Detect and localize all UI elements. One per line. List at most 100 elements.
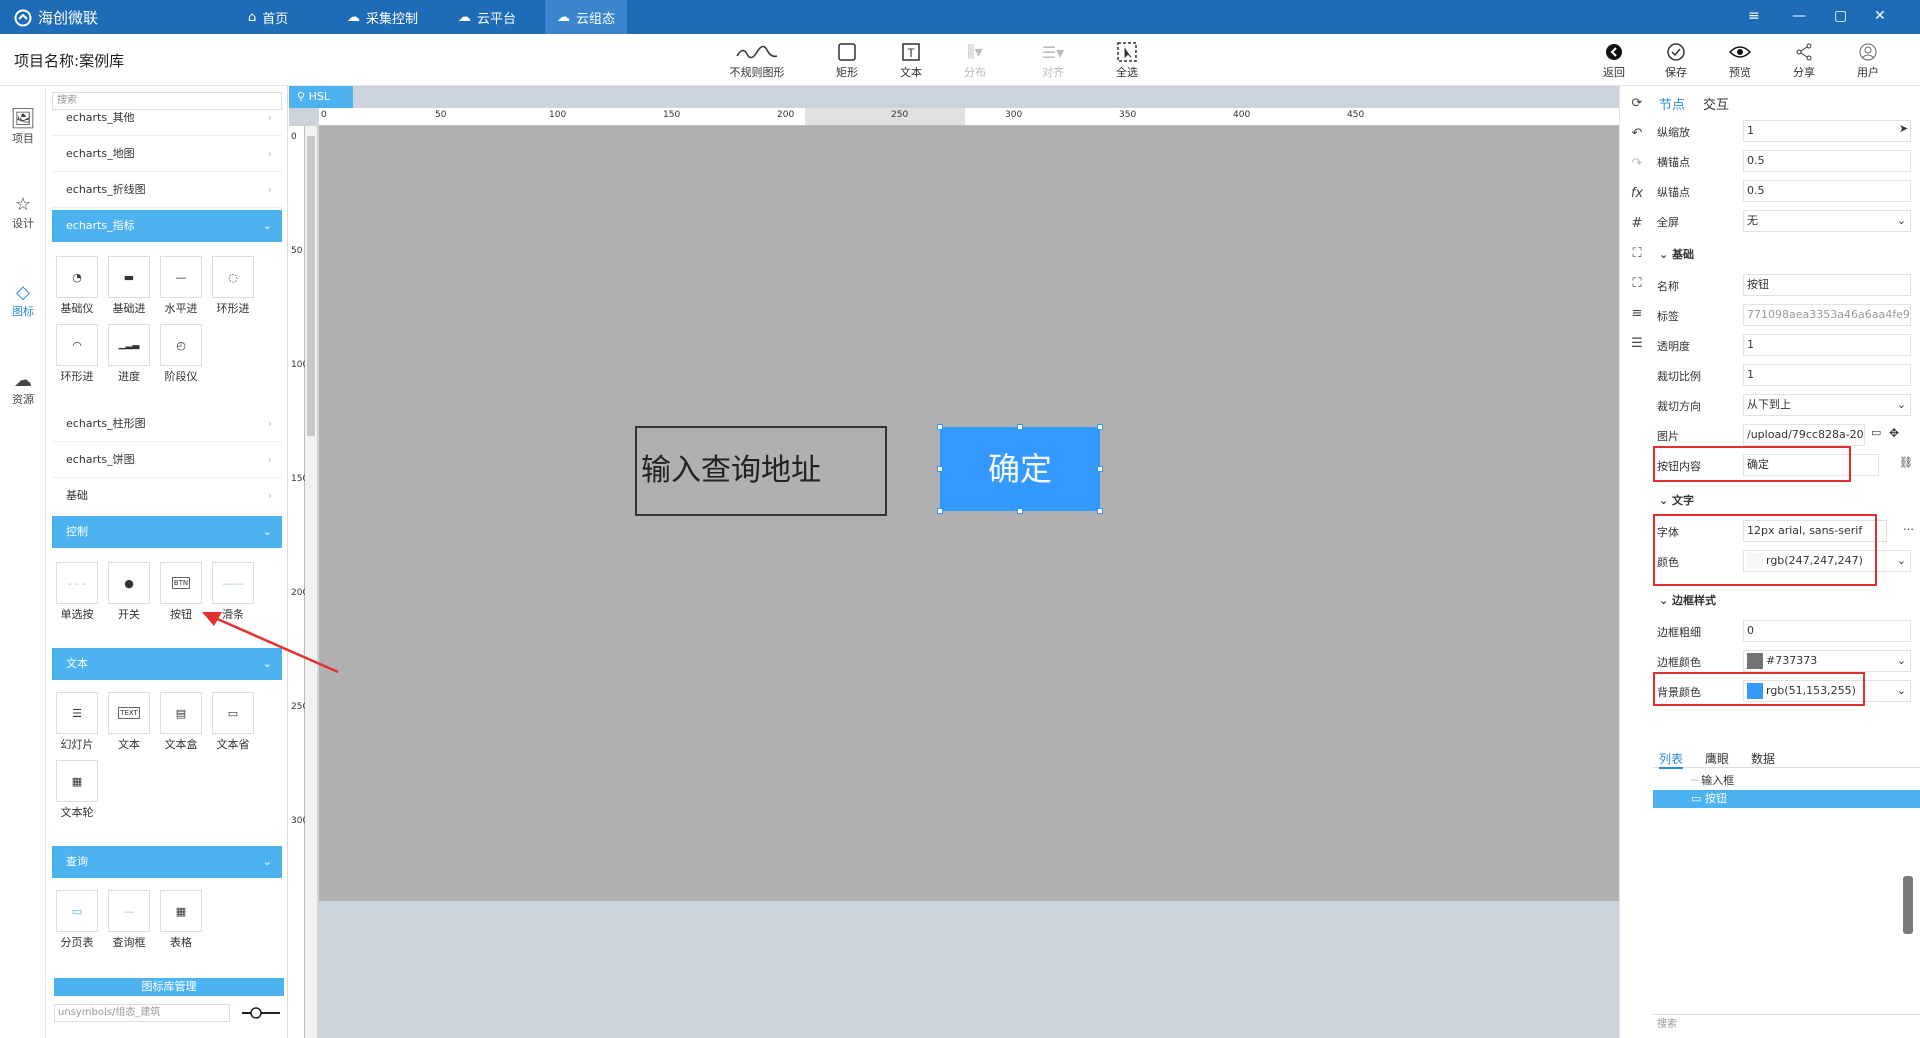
item-radio[interactable]: - - - 单选按: [54, 562, 100, 622]
minimize-icon[interactable]: —: [1792, 8, 1806, 24]
grid-icon[interactable]: #: [1628, 216, 1646, 234]
irregular-shape-tool[interactable]: 不规则图形: [722, 40, 792, 80]
send-icon[interactable]: ➤: [1899, 122, 1908, 135]
link-icon[interactable]: ⛓: [1899, 456, 1913, 469]
app-logo[interactable]: 海创微联: [14, 7, 98, 28]
resize-handle[interactable]: [1017, 424, 1023, 430]
library-manage-button[interactable]: 图标库管理: [54, 978, 284, 996]
library-head-control[interactable]: 控制 ⌄: [52, 516, 282, 548]
item-textbox[interactable]: ▤ 文本盒: [158, 692, 204, 752]
library-row-echarts-pie[interactable]: echarts_饼图 ›: [52, 442, 282, 478]
tag-input[interactable]: 771098aea3353a46a6aa4fe98: [1743, 304, 1911, 326]
side-scroll-handle[interactable]: [1903, 876, 1913, 934]
leftnav-project[interactable]: 🖼 项目: [0, 106, 46, 146]
library-row-echarts-other[interactable]: echarts_其他 ›: [52, 100, 282, 136]
name-input[interactable]: 按钮: [1743, 274, 1911, 296]
save-button[interactable]: 保存: [1656, 40, 1696, 80]
tab-eagle-eye[interactable]: 鹰眼: [1705, 750, 1729, 767]
back-button[interactable]: 返回: [1594, 40, 1634, 80]
leftnav-chart[interactable]: ◇ 图标: [0, 282, 46, 319]
item-paged-table[interactable]: ▭ 分页表: [54, 890, 100, 950]
resize-handle[interactable]: [937, 508, 943, 514]
distribute-tool[interactable]: ⫼▾ 分布: [940, 40, 1010, 80]
nav-collect[interactable]: ☁ 采集控制: [335, 0, 430, 34]
tab-list[interactable]: 列表: [1659, 750, 1684, 769]
nav-home[interactable]: ⌂ 首页: [236, 0, 300, 34]
more-icon[interactable]: …: [1903, 520, 1914, 533]
select-all-tool[interactable]: 全选: [1092, 40, 1162, 80]
tree-item-input[interactable]: ┈ 输入框: [1653, 772, 1920, 790]
resize-handle[interactable]: [937, 466, 943, 472]
maximize-icon[interactable]: ▢: [1834, 8, 1847, 24]
item-progress[interactable]: ▁▂▃ 进度: [106, 324, 152, 384]
section-text[interactable]: ⌄ 文字: [1659, 492, 1694, 508]
close-icon[interactable]: ✕: [1874, 8, 1886, 24]
resize-handle[interactable]: [1097, 508, 1103, 514]
preview-button[interactable]: 预览: [1720, 40, 1760, 80]
fullscreen-select[interactable]: 无 ⌄: [1743, 210, 1911, 232]
vertical-scrollbar[interactable]: [305, 126, 317, 1038]
image-picker-icon[interactable]: ▭: [1871, 426, 1881, 439]
canvas-input-component[interactable]: 输入查询地址: [635, 426, 887, 516]
anchor-y-input[interactable]: 0.5: [1743, 180, 1911, 202]
nav-cloud-config[interactable]: ☁ 云组态: [545, 0, 628, 34]
library-row-basic[interactable]: 基础 ›: [52, 478, 282, 514]
item-stage-gauge[interactable]: ◴ 阶段仪: [158, 324, 204, 384]
scroll-thumb[interactable]: [307, 136, 315, 436]
item-basic-progress[interactable]: ▬ 基础进: [106, 256, 152, 316]
library-row-echarts-bar[interactable]: echarts_柱形图 ›: [52, 406, 282, 442]
item-text-ellipsis[interactable]: ▭ 文本省: [210, 692, 256, 752]
text-tool[interactable]: T 文本: [876, 40, 946, 80]
section-border[interactable]: ⌄ 边框样式: [1659, 592, 1716, 608]
leftnav-design[interactable]: ☆ 设计: [0, 194, 46, 231]
library-row-echarts-map[interactable]: echarts_地图 ›: [52, 136, 282, 172]
resize-handle[interactable]: [1097, 466, 1103, 472]
tab-interaction[interactable]: 交互: [1703, 94, 1729, 113]
border-color-select[interactable]: #737373 ⌄: [1743, 650, 1911, 672]
resize-handle[interactable]: [937, 424, 943, 430]
fullscreen-icon[interactable]: ⛶: [1628, 276, 1646, 294]
item-slideshow[interactable]: ☰ 幻灯片: [54, 692, 100, 752]
function-icon[interactable]: fx: [1628, 186, 1646, 204]
image-path-input[interactable]: /upload/79cc828a-20f: [1743, 424, 1865, 446]
library-head-query[interactable]: 查询 ⌄: [52, 846, 282, 878]
item-horizontal-progress[interactable]: — 水平进: [158, 256, 204, 316]
item-text[interactable]: TEXT 文本: [106, 692, 152, 752]
resize-handle[interactable]: [1017, 508, 1023, 514]
list-icon[interactable]: ≡: [1628, 306, 1646, 324]
toggle-slider[interactable]: [240, 1006, 282, 1020]
menu-icon[interactable]: ≡: [1748, 8, 1760, 24]
item-switch[interactable]: ● 开关: [106, 562, 152, 622]
border-width-input[interactable]: 0: [1743, 620, 1911, 642]
opacity-input[interactable]: 1: [1743, 334, 1911, 356]
align-tool[interactable]: ☰▾ 对齐: [1018, 40, 1088, 80]
library-head-indicator[interactable]: echarts_指标 ⌄: [52, 210, 282, 242]
leftnav-resource[interactable]: ☁ 资源: [0, 370, 46, 407]
share-button[interactable]: 分享: [1784, 40, 1824, 80]
tab-data[interactable]: 数据: [1751, 750, 1775, 767]
item-ring-progress[interactable]: ◌ 环形进: [210, 256, 256, 316]
redo-icon[interactable]: ↷: [1628, 156, 1646, 174]
item-table[interactable]: ▦ 表格: [158, 890, 204, 950]
nav-cloud-platform[interactable]: ☁ 云平台: [446, 0, 528, 34]
library-row-echarts-line[interactable]: echarts_折线图 ›: [52, 172, 282, 208]
resize-handle[interactable]: [1097, 424, 1103, 430]
item-ring-progress-2[interactable]: ◠ 环形进: [54, 324, 100, 384]
scale-y-input[interactable]: 1: [1743, 120, 1911, 142]
refresh-icon[interactable]: ⟳: [1628, 96, 1646, 114]
tab-node[interactable]: 节点: [1659, 94, 1685, 113]
design-stage[interactable]: 输入查询地址 确定: [319, 126, 1619, 901]
item-query-box[interactable]: — 查询框: [106, 890, 152, 950]
clip-ratio-input[interactable]: 1: [1743, 364, 1911, 386]
anchor-x-input[interactable]: 0.5: [1743, 150, 1911, 172]
rect-tool[interactable]: 矩形: [812, 40, 882, 80]
move-icon[interactable]: ✥: [1889, 426, 1899, 440]
item-text-marquee[interactable]: ▦ 文本轮: [54, 760, 100, 820]
properties-search-input[interactable]: 搜索: [1653, 1014, 1920, 1034]
clip-direction-select[interactable]: 从下到上 ⌄: [1743, 394, 1911, 416]
tree-item-button[interactable]: ▭ 按钮: [1653, 790, 1920, 808]
library-path-input[interactable]: unsymbols/组态_建筑: [54, 1004, 230, 1022]
layers-icon[interactable]: ☰: [1628, 336, 1646, 354]
user-button[interactable]: 用户: [1848, 40, 1888, 80]
undo-icon[interactable]: ↶: [1628, 126, 1646, 144]
